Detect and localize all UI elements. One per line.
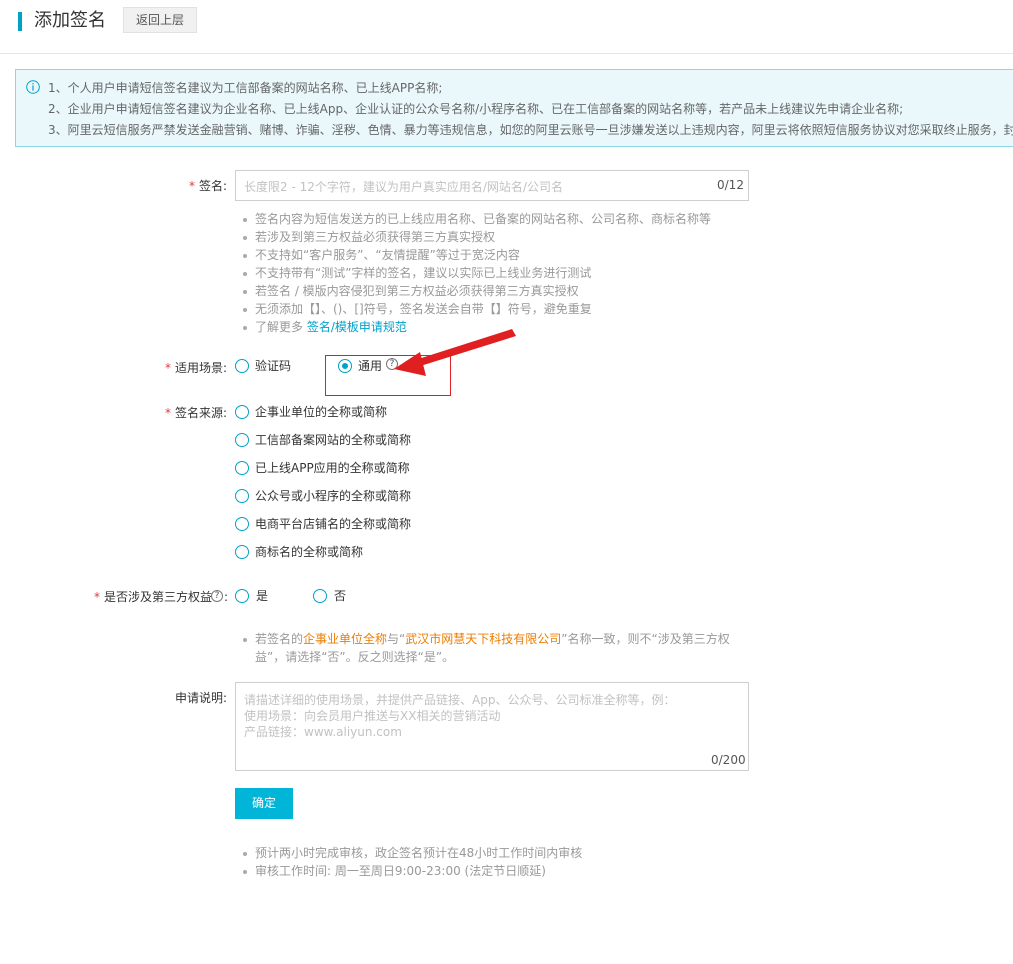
required-mark: * — [188, 179, 195, 193]
radio-label-source: 商标名的全称或简称 — [255, 545, 364, 559]
radio-verification-code[interactable] — [235, 359, 249, 373]
help-icon[interactable]: ? — [211, 590, 223, 602]
radio-label-source: 工信部备案网站的全称或简称 — [255, 433, 412, 447]
notice-line-2: 2、企业用户申请短信签名建议为企业名称、已上线App、企业认证的公众号名称/小程… — [48, 102, 904, 116]
review-notes: 预计两小时完成审核，政企签名预计在48小时工作时间内审核 审核工作时间: 周一至… — [243, 844, 582, 880]
third-party-colon: : — [224, 590, 229, 604]
description-placeholder-line: 请描述详细的使用场景，并提供产品链接、App、公众号、公司标准全称等，例： — [244, 693, 676, 707]
signature-counter: 0/12 — [717, 178, 744, 192]
list-item: 若签名 / 模版内容侵犯到第三方权益必须获得第三方真实授权 — [243, 282, 711, 300]
back-button[interactable]: 返回上层 — [123, 7, 197, 33]
radio-label-yes: 是 — [256, 589, 269, 603]
scenario-label: * 适用场景: — [165, 360, 227, 376]
list-item: 若涉及到第三方权益必须获得第三方真实授权 — [243, 228, 711, 246]
radio-source-app[interactable] — [235, 461, 249, 475]
radio-source-website[interactable] — [235, 433, 249, 447]
radio-label-source: 电商平台店铺名的全称或简称 — [255, 517, 412, 531]
source-label-text: 签名来源: — [174, 406, 227, 420]
submit-button[interactable]: 确定 — [235, 788, 293, 819]
third-party-label-text: 是否涉及第三方权益 — [103, 590, 212, 604]
third-party-note: 若签名的企事业单位全称与“武汉市网慧天下科技有限公司”名称一致，则不“涉及第三方… — [243, 630, 730, 666]
page-title: 添加签名 — [34, 10, 106, 31]
radio-source-trademark[interactable] — [235, 545, 249, 559]
radio-label-source: 公众号或小程序的全称或简称 — [255, 489, 412, 503]
annotation-arrow-icon — [394, 329, 516, 376]
required-mark: * — [93, 590, 100, 604]
radio-label-source: 企事业单位的全称或简称 — [255, 405, 388, 419]
list-item: 无须添加【】、()、[]符号，签名发送会自带【】符号，避免重复 — [243, 300, 711, 318]
required-mark: * — [164, 361, 171, 375]
list-item: 不支持如“客户服务”、“友情提醒”等过于宽泛内容 — [243, 246, 711, 264]
list-item: 不支持带有“测试”字样的签名，建议以实际已上线业务进行测试 — [243, 264, 711, 282]
description-label: 申请说明: — [174, 691, 227, 705]
list-item: 审核工作时间: 周一至周日9:00-23:00 (法定节日顺延) — [243, 862, 582, 880]
radio-label-verification-code: 验证码 — [255, 359, 292, 373]
signature-hints: 签名内容为短信发送方的已上线应用名称、已备案的网站名称、公司名称、商标名称等 若… — [243, 210, 711, 336]
radio-label-source: 已上线APP应用的全称或简称 — [255, 461, 410, 475]
description-placeholder-line: 使用场景：向会员用户推送与XX相关的营销活动 — [244, 709, 501, 723]
title-accent-bar — [18, 12, 22, 31]
list-item: 预计两小时完成审核，政企签名预计在48小时工作时间内审核 — [243, 844, 582, 862]
radio-source-ecommerce[interactable] — [235, 517, 249, 531]
signature-placeholder: 长度限2 - 12个字符，建议为用户真实应用名/网站名/公司名 — [244, 180, 563, 194]
required-mark: * — [164, 406, 171, 420]
description-placeholder-line: 产品链接：www.aliyun.com — [244, 725, 402, 739]
radio-no[interactable] — [313, 589, 327, 603]
signature-label-text: 签名: — [198, 179, 227, 193]
scenario-label-text: 适用场景: — [174, 361, 227, 375]
third-party-label: * 是否涉及第三方权益 — [94, 589, 212, 605]
radio-source-enterprise[interactable] — [235, 405, 249, 419]
radio-source-official-account[interactable] — [235, 489, 249, 503]
notice-line-1: 1、个人用户申请短信签名建议为工信部备案的网站名称、已上线APP名称; — [48, 81, 443, 95]
radio-label-no: 否 — [334, 589, 347, 603]
source-label: * 签名来源: — [165, 405, 227, 421]
notice-line-3: 3、阿里云短信服务严禁发送金融营销、赌博、诈骗、淫秽、色情、暴力等违规信息，如您… — [48, 123, 1013, 137]
info-icon — [26, 80, 40, 94]
list-item: 签名内容为短信发送方的已上线应用名称、已备案的网站名称、公司名称、商标名称等 — [243, 210, 711, 228]
description-counter: 0/200 — [711, 753, 746, 767]
radio-yes[interactable] — [235, 589, 249, 603]
signature-label: * 签名: — [189, 178, 227, 194]
